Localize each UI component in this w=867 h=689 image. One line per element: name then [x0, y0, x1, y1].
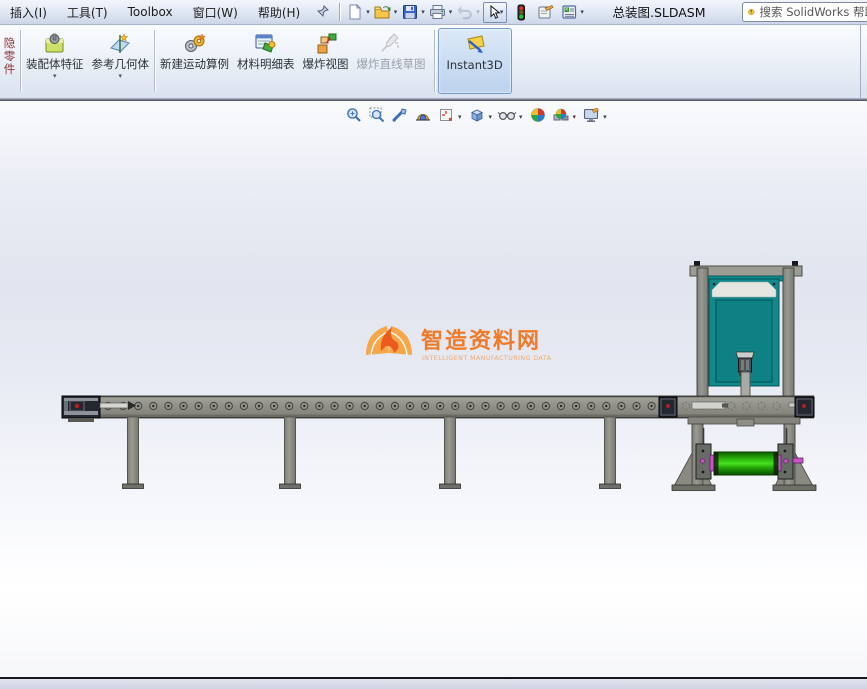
- instant3d-icon: [467, 35, 485, 53]
- document-title: 总装图.SLDASM: [612, 5, 706, 20]
- explode-line-sketch-button: 爆炸直线草图: [353, 28, 430, 94]
- motion-study-icon: [184, 33, 206, 52]
- help-icon: ?: [748, 8, 755, 16]
- graphics-area[interactable]: ▾ ▾ ▾ ▾ ▾ 智造资料网 INTELLIGENT MANUFACTURIN…: [0, 101, 867, 677]
- select-tool-button[interactable]: ▾: [482, 1, 508, 23]
- assembly-drawing: 智造资料网 INTELLIGENT MANUFACTURING DATA: [61, 261, 817, 491]
- menu-insert[interactable]: 插入(I): [0, 0, 57, 25]
- divider: [154, 30, 155, 92]
- options-properties-button[interactable]: [533, 2, 557, 23]
- status-bar: [0, 677, 867, 689]
- pin-menu-icon[interactable]: [310, 1, 336, 24]
- solidworks-window: 插入(I) 工具(T) Toolbox 窗口(W) 帮助(H) ▾ ▾ ▾ ▾ …: [0, 0, 867, 689]
- reference-geometry-icon: [110, 33, 131, 53]
- green-roller-assembly: [695, 443, 804, 480]
- mid-bearing-block: [658, 396, 678, 418]
- design-checker-button[interactable]: [557, 2, 581, 23]
- divider: [339, 3, 341, 21]
- divider: [20, 30, 21, 92]
- new-document-button[interactable]: [343, 2, 367, 23]
- print-button[interactable]: [426, 2, 450, 23]
- watermark-subtitle: INTELLIGENT MANUFACTURING DATA: [422, 355, 552, 362]
- divider: [860, 25, 861, 98]
- menu-tools[interactable]: 工具(T): [57, 0, 118, 25]
- traffic-light-icon[interactable]: [509, 2, 533, 23]
- open-button[interactable]: [371, 2, 395, 23]
- chevron-down-icon[interactable]: ▾: [500, 8, 504, 16]
- undo-button: [453, 2, 477, 23]
- save-button[interactable]: [398, 2, 422, 23]
- menu-toolbox[interactable]: Toolbox: [118, 1, 183, 23]
- menu-help[interactable]: 帮助(H): [248, 0, 310, 25]
- conveyor-legs: [122, 416, 621, 489]
- watermark: 智造资料网 INTELLIGENT MANUFACTURING DATA: [366, 326, 552, 362]
- reference-geometry-button[interactable]: 参考几何体 ▾: [88, 28, 154, 94]
- assembly-features-icon: [45, 33, 64, 53]
- command-manager: 隐零件 装配体特征 ▾ 参考几何体 ▾ 新建运动算例 材料明细表 爆炸视图 爆炸…: [0, 25, 867, 98]
- chevron-down-icon[interactable]: ▾: [118, 72, 122, 80]
- assembly-features-button[interactable]: 装配体特征 ▾: [22, 28, 88, 94]
- instant3d-button[interactable]: Instant3D: [437, 28, 512, 94]
- explode-line-sketch-icon: [381, 33, 399, 52]
- menu-window[interactable]: 窗口(W): [183, 0, 248, 25]
- exploded-view-button[interactable]: 爆炸视图: [299, 28, 353, 94]
- chevron-down-icon[interactable]: ▾: [53, 72, 57, 80]
- bill-of-materials-icon: [255, 34, 276, 53]
- show-hidden-components-button[interactable]: 隐零件: [0, 28, 19, 94]
- divider: [433, 30, 435, 92]
- search-input[interactable]: ? 搜索 SolidWorks 帮助: [742, 2, 867, 22]
- search-placeholder: 搜索 SolidWorks 帮助: [759, 5, 867, 19]
- menu-bar: 插入(I) 工具(T) Toolbox 窗口(W) 帮助(H) ▾ ▾ ▾ ▾ …: [0, 0, 867, 25]
- roller-shaft: [792, 457, 804, 464]
- watermark-logo-icon: [366, 326, 412, 356]
- watermark-title: 智造资料网: [421, 328, 541, 354]
- bill-of-materials-button[interactable]: 材料明细表: [233, 28, 299, 94]
- green-roller: [713, 451, 779, 476]
- new-motion-study-button[interactable]: 新建运动算例: [156, 28, 233, 94]
- exploded-view-icon: [317, 33, 336, 54]
